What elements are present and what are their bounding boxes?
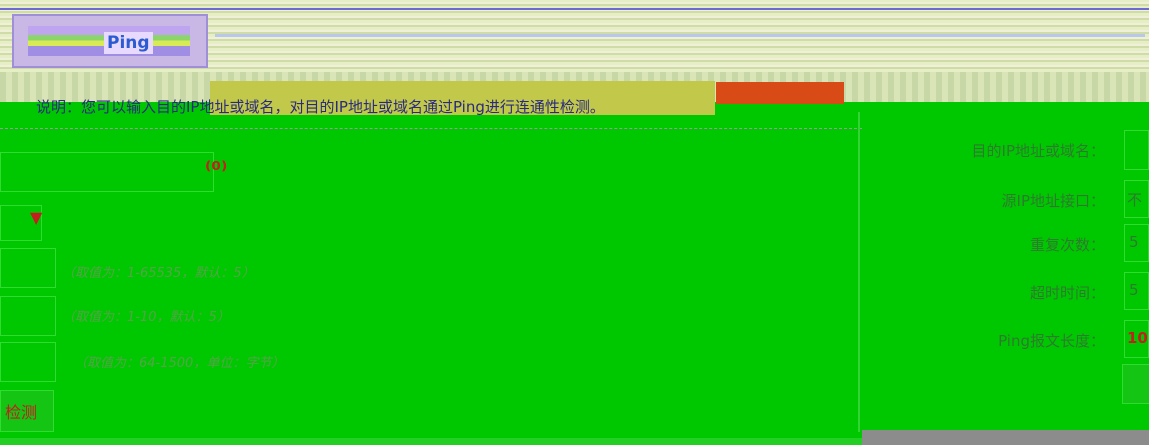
timeout-input[interactable] bbox=[0, 296, 56, 336]
tab-ping-label: Ping bbox=[104, 32, 153, 54]
panel-divider bbox=[858, 112, 860, 432]
notice-red-block bbox=[716, 82, 844, 104]
right-repeat-count-input[interactable]: 5 bbox=[1124, 224, 1149, 262]
right-source-interface-select[interactable]: 不 bbox=[1124, 180, 1149, 218]
repeat-count-input[interactable] bbox=[0, 248, 56, 288]
tab-underline bbox=[215, 34, 1145, 37]
section-divider bbox=[0, 128, 862, 130]
notice-text: 说明：您可以输入目的IP地址或域名，对目的IP地址或域名通过Ping进行连通性检… bbox=[36, 98, 605, 116]
source-interface-value: 不 bbox=[1127, 191, 1143, 209]
packet-size-hint: （取值为：64-1500，单位：字节） bbox=[74, 356, 285, 371]
right-destination-input[interactable] bbox=[1124, 130, 1149, 170]
destination-label: 目的IP地址或域名： bbox=[971, 142, 1105, 160]
bottom-strip-left bbox=[0, 438, 862, 445]
timeout-value: 5 bbox=[1129, 281, 1139, 299]
chevron-down-icon[interactable]: ▼ bbox=[30, 208, 42, 227]
bottom-strip bbox=[862, 430, 1149, 445]
repeat-count-hint: （取值为：1-65535，默认：5） bbox=[62, 266, 255, 281]
packet-size-value: 10 bbox=[1127, 329, 1148, 347]
timeout-hint: （取值为：1-10，默认：5） bbox=[62, 310, 230, 325]
source-interface-label: 源IP地址接口： bbox=[1001, 192, 1105, 210]
right-form-panel: 目的IP地址或域名： 源IP地址接口： 不 重复次数： 5 超时时间： 5 Pi… bbox=[862, 112, 1149, 445]
destination-input[interactable] bbox=[0, 152, 214, 192]
required-mark-icon: ⁽⁰⁾ bbox=[205, 158, 228, 183]
tab-ping[interactable]: Ping bbox=[12, 14, 208, 68]
repeat-count-label: 重复次数： bbox=[1029, 236, 1105, 254]
detect-button-label: 检测 bbox=[5, 403, 38, 422]
packet-size-label: Ping报文长度： bbox=[998, 332, 1105, 350]
timeout-label: 超时时间： bbox=[1029, 284, 1105, 302]
right-detect-button[interactable] bbox=[1122, 364, 1149, 404]
repeat-count-value: 5 bbox=[1129, 233, 1139, 251]
top-border-line bbox=[0, 8, 1149, 10]
right-timeout-input[interactable]: 5 bbox=[1124, 272, 1149, 310]
packet-size-input[interactable] bbox=[0, 342, 56, 382]
right-packet-size-input[interactable]: 10 bbox=[1124, 320, 1149, 358]
detect-button[interactable]: 检测 bbox=[0, 390, 54, 432]
